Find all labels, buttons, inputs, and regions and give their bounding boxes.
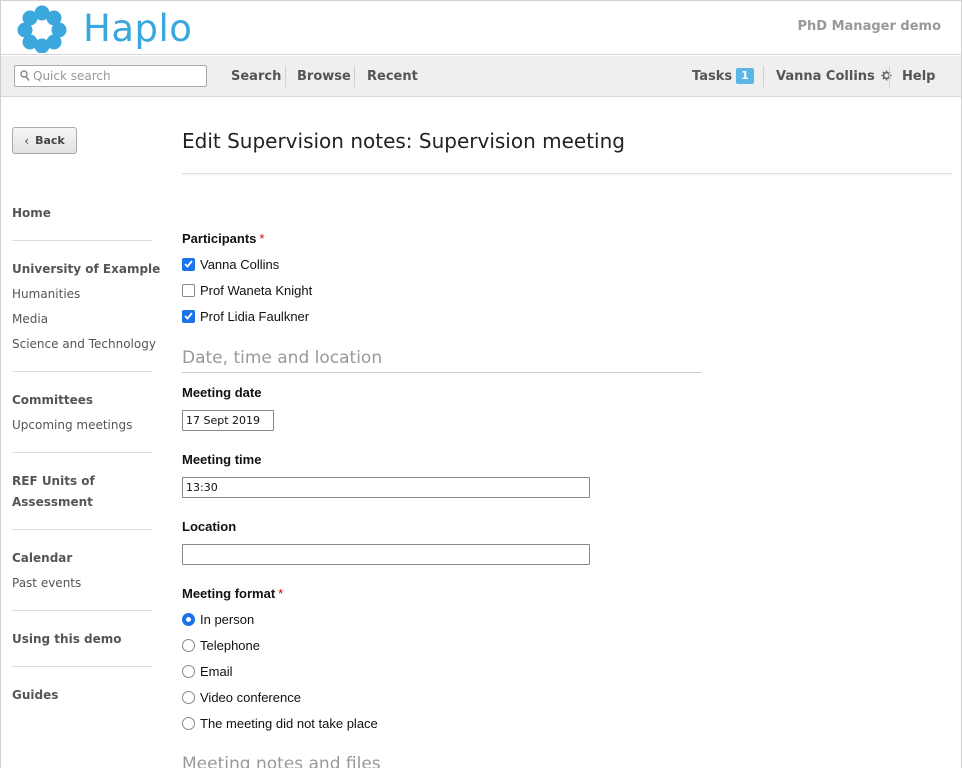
format-label: The meeting did not take place (200, 715, 378, 731)
meeting-time-label: Meeting time (182, 452, 262, 467)
radio-unselected[interactable] (182, 690, 195, 704)
participants-label-text: Participants (182, 231, 257, 246)
format-option-in-person[interactable]: In person (182, 611, 254, 627)
page-frame: Haplo PhD Manager demo Search Browse Rec… (0, 0, 962, 768)
nav-tasks-label: Tasks (692, 69, 733, 84)
radio-unselected[interactable] (182, 638, 195, 652)
sidebar-divider (12, 240, 152, 241)
app-header: Haplo PhD Manager demo (1, 1, 961, 55)
checkbox-checked[interactable] (182, 257, 195, 271)
meeting-time-input[interactable] (182, 477, 590, 498)
checkbox-checked[interactable] (182, 309, 195, 323)
sidebar-divider (12, 452, 152, 453)
search-icon (20, 70, 30, 81)
sidebar-item-guides[interactable]: Guides (12, 688, 58, 702)
participant-option-vanna-collins[interactable]: Vanna Collins (182, 256, 279, 272)
sidebar-divider (12, 610, 152, 611)
nav-tasks[interactable]: Tasks 1 (692, 68, 754, 85)
nav-divider (285, 66, 286, 87)
sidebar-divider (12, 529, 152, 530)
sidebar-item-calendar[interactable]: Calendar (12, 551, 72, 565)
checkmark-icon (184, 312, 193, 320)
gear-icon (881, 70, 892, 81)
logo-text[interactable]: Haplo (83, 7, 192, 50)
participants-label: Participants * (182, 231, 264, 246)
sidebar-item-science[interactable]: Science and Technology (12, 337, 156, 351)
back-button[interactable]: ‹ Back (12, 127, 77, 154)
checkbox-unchecked[interactable] (182, 283, 195, 297)
participant-option-lidia-faulkner[interactable]: Prof Lidia Faulkner (182, 308, 309, 324)
sidebar-item-committees[interactable]: Committees (12, 393, 93, 407)
format-option-did-not-take-place[interactable]: The meeting did not take place (182, 715, 378, 731)
nav-divider (889, 66, 890, 87)
sidebar-item-humanities[interactable]: Humanities (12, 287, 80, 301)
sidebar-item-ref-units-line2[interactable]: Assessment (12, 495, 93, 509)
nav-recent[interactable]: Recent (367, 69, 418, 84)
meeting-format-label-text: Meeting format (182, 586, 276, 601)
section-heading-meeting-notes: Meeting notes and files (182, 754, 381, 768)
location-label: Location (182, 519, 237, 534)
meeting-date-input[interactable] (182, 410, 274, 431)
sidebar-item-using-demo[interactable]: Using this demo (12, 632, 122, 646)
nav-help[interactable]: Help (902, 69, 935, 84)
sidebar-item-ref-units-line1[interactable]: REF Units of (12, 474, 95, 488)
participant-option-waneta-knight[interactable]: Prof Waneta Knight (182, 282, 312, 298)
format-label: Email (200, 663, 233, 679)
nav-user-menu[interactable]: Vanna Collins (776, 69, 892, 84)
format-label: Telephone (200, 637, 260, 653)
top-navbar: Search Browse Recent Tasks1 Vanna Collin… (1, 56, 961, 97)
sidebar-divider (12, 371, 152, 372)
format-label: Video conference (200, 689, 301, 705)
participant-label: Prof Waneta Knight (200, 282, 313, 298)
page-title: Edit Supervision notes: Supervision meet… (182, 129, 625, 153)
participant-label: Vanna Collins (200, 256, 280, 272)
nav-divider (763, 66, 764, 87)
nav-divider (354, 66, 355, 87)
required-marker: * (278, 586, 284, 601)
sidebar-item-media[interactable]: Media (12, 312, 48, 326)
location-input[interactable] (182, 544, 590, 565)
back-button-label: Back (35, 134, 65, 147)
nav-search[interactable]: Search (231, 69, 281, 84)
sidebar-divider (12, 666, 152, 667)
meeting-date-label: Meeting date (182, 385, 262, 400)
sidebar-item-past-events[interactable]: Past events (12, 576, 81, 590)
participant-label: Prof Lidia Faulkner (200, 308, 310, 324)
title-divider (182, 173, 952, 178)
checkmark-icon (184, 260, 193, 268)
quick-search-box[interactable] (14, 65, 207, 87)
radio-unselected[interactable] (182, 716, 195, 730)
quick-search-input[interactable] (33, 67, 203, 85)
section-heading-date-time-location: Date, time and location (182, 348, 383, 368)
sidebar-item-university[interactable]: University of Example (12, 262, 160, 276)
radio-selected[interactable] (182, 612, 195, 626)
chevron-left-icon: ‹ (24, 133, 30, 148)
format-option-telephone[interactable]: Telephone (182, 637, 260, 653)
haplo-logo-icon[interactable] (17, 5, 67, 53)
sidebar-item-upcoming-meetings[interactable]: Upcoming meetings (12, 418, 132, 432)
format-label: In person (200, 611, 255, 627)
format-option-video-conference[interactable]: Video conference (182, 689, 301, 705)
meeting-format-label: Meeting format * (182, 586, 283, 601)
nav-browse[interactable]: Browse (297, 69, 351, 84)
format-option-email[interactable]: Email (182, 663, 233, 679)
tasks-count-badge: 1 (736, 68, 754, 84)
sidebar-item-home[interactable]: Home (12, 206, 51, 220)
user-name: Vanna Collins (776, 69, 875, 84)
required-marker: * (259, 231, 265, 246)
section-divider (182, 372, 702, 373)
app-name: PhD Manager demo (797, 19, 942, 34)
radio-unselected[interactable] (182, 664, 195, 678)
